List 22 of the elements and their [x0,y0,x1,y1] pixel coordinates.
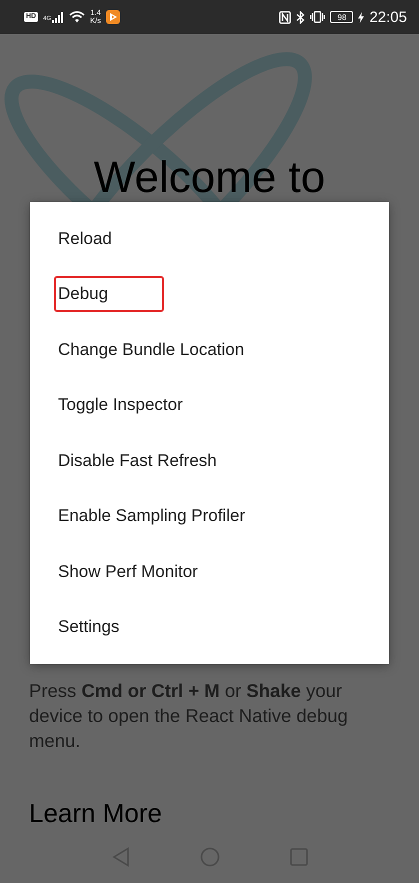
menu-item[interactable]: Disable Fast Refresh [54,442,243,479]
menu-item[interactable]: Settings [54,609,146,646]
home-icon[interactable] [200,847,220,867]
menu-item[interactable]: Reload [54,220,138,257]
app-icon [106,10,120,24]
bluetooth-icon [296,10,306,24]
menu-item[interactable]: Enable Sampling Profiler [54,498,272,534]
menu-item[interactable]: Show Perf Monitor [54,554,224,590]
instructions-text: Press Cmd or Ctrl + M or Shake your device to open the React Native debug menu. [29,679,349,753]
signal-icon [52,12,64,22]
menu-item[interactable]: Toggle Inspector [54,387,209,424]
wifi-icon [69,11,86,23]
back-icon[interactable] [112,847,130,867]
menu-item[interactable]: Debug [54,276,164,312]
recents-icon[interactable] [290,848,308,866]
battery-icon: 98 [330,11,354,23]
menu-item[interactable]: Change Bundle Location [54,332,270,368]
vibrate-icon [310,11,326,23]
section-heading: Learn More [29,797,163,829]
welcome-title: Welcome to [92,152,326,204]
nfc-icon [279,10,292,24]
clock-time: 22:05 [369,8,407,26]
